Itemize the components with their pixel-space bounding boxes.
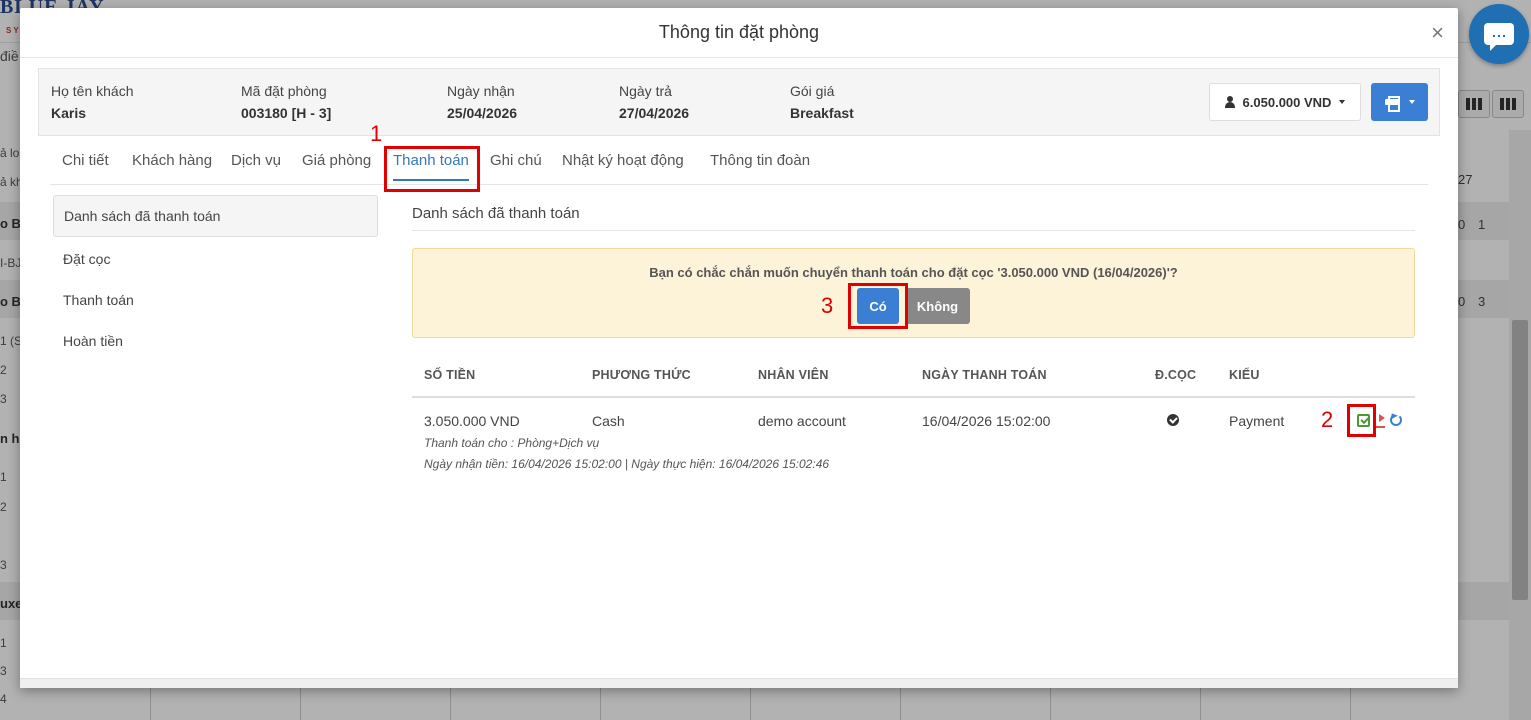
payment-dates-note: Ngày nhận tiền: 16/04/2026 15:02:00 | Ng… — [424, 457, 830, 471]
side-item-payment[interactable]: Thanh toán — [53, 279, 378, 321]
confirm-alert: Bạn có chắc chắn muốn chuyển thanh toán … — [412, 248, 1415, 338]
booking-summary-bar: Họ tên khách Karis Mã đặt phòng 003180 [… — [38, 68, 1440, 136]
column-header: KIỂU — [1229, 368, 1260, 382]
checkin-date-field: Ngày nhận 25/04/2026 — [447, 83, 518, 121]
side-item-deposit[interactable]: Đặt cọc — [53, 238, 378, 280]
total-amount-label: 6.050.000 VND — [1242, 94, 1332, 110]
tab-details[interactable]: Chi tiết — [62, 152, 109, 169]
column-header: Đ.CỌC — [1155, 368, 1197, 382]
annotation-number-2: 2 — [1321, 407, 1334, 432]
tab-services[interactable]: Dịch vụ — [231, 152, 281, 169]
check-circle-icon — [1167, 414, 1179, 426]
payment-type: Payment — [1229, 413, 1285, 429]
confirm-no-button[interactable]: Không — [905, 288, 970, 324]
tab-group-info[interactable]: Thông tin đoàn — [710, 152, 810, 169]
annotation-box-3 — [848, 283, 908, 329]
column-header: NGÀY THANH TOÁN — [922, 368, 1047, 382]
rate-plan-field: Gói giá Breakfast — [790, 83, 854, 121]
chevron-down-icon — [1408, 100, 1415, 104]
chevron-down-icon — [1339, 100, 1346, 104]
tab-customers[interactable]: Khách hàng — [132, 152, 212, 169]
annotation-box-1 — [384, 146, 480, 192]
payment-staff: demo account — [758, 413, 846, 429]
payment-note: Thanh toán cho : Phòng+Dịch vụ — [424, 436, 600, 450]
column-header: PHƯƠNG THỨC — [592, 368, 691, 382]
booking-info-modal: Thông tin đặt phòng × Họ tên khách Karis… — [20, 8, 1458, 688]
column-header: SỐ TIỀN — [424, 368, 476, 382]
booking-tabs: Chi tiết Khách hàng Dịch vụ Giá phòng Th… — [50, 146, 1428, 185]
section-title: Danh sách đã thanh toán — [412, 205, 580, 222]
total-amount-dropdown[interactable]: 6.050.000 VND — [1209, 83, 1361, 121]
modal-header: Thông tin đặt phòng × — [20, 8, 1458, 58]
tab-activity-log[interactable]: Nhật ký hoạt động — [562, 152, 684, 169]
tab-room-rate[interactable]: Giá phòng — [302, 152, 371, 169]
close-icon[interactable]: × — [1431, 20, 1444, 46]
payment-date: 16/04/2026 15:02:00 — [922, 413, 1051, 429]
modal-title: Thông tin đặt phòng — [658, 22, 820, 42]
annotation-number-3: 3 — [821, 293, 834, 318]
confirm-message: Bạn có chắc chắn muốn chuyển thanh toán … — [649, 265, 1178, 280]
print-dropdown-button[interactable] — [1371, 83, 1428, 121]
payment-amount: 3.050.000 VND — [424, 413, 520, 429]
column-header: NHÂN VIÊN — [758, 368, 829, 382]
user-icon — [1224, 96, 1235, 108]
chat-button[interactable] — [1469, 4, 1529, 64]
annotation-number-1: 1 — [370, 121, 383, 146]
side-item-refund[interactable]: Hoàn tiền — [53, 320, 378, 362]
payment-method: Cash — [592, 413, 625, 429]
side-item-paid-list[interactable]: Danh sách đã thanh toán — [53, 195, 378, 237]
undo-icon[interactable] — [1390, 414, 1402, 426]
print-icon — [1384, 96, 1400, 112]
tab-notes[interactable]: Ghi chú — [490, 152, 542, 169]
annotation-box-2 — [1347, 404, 1376, 437]
chat-icon — [1484, 23, 1514, 51]
guest-name-field: Họ tên khách Karis — [51, 83, 134, 121]
booking-code-field: Mã đặt phòng 003180 [H - 3] — [241, 83, 332, 121]
checkout-date-field: Ngày trả 27/04/2026 — [619, 83, 690, 121]
